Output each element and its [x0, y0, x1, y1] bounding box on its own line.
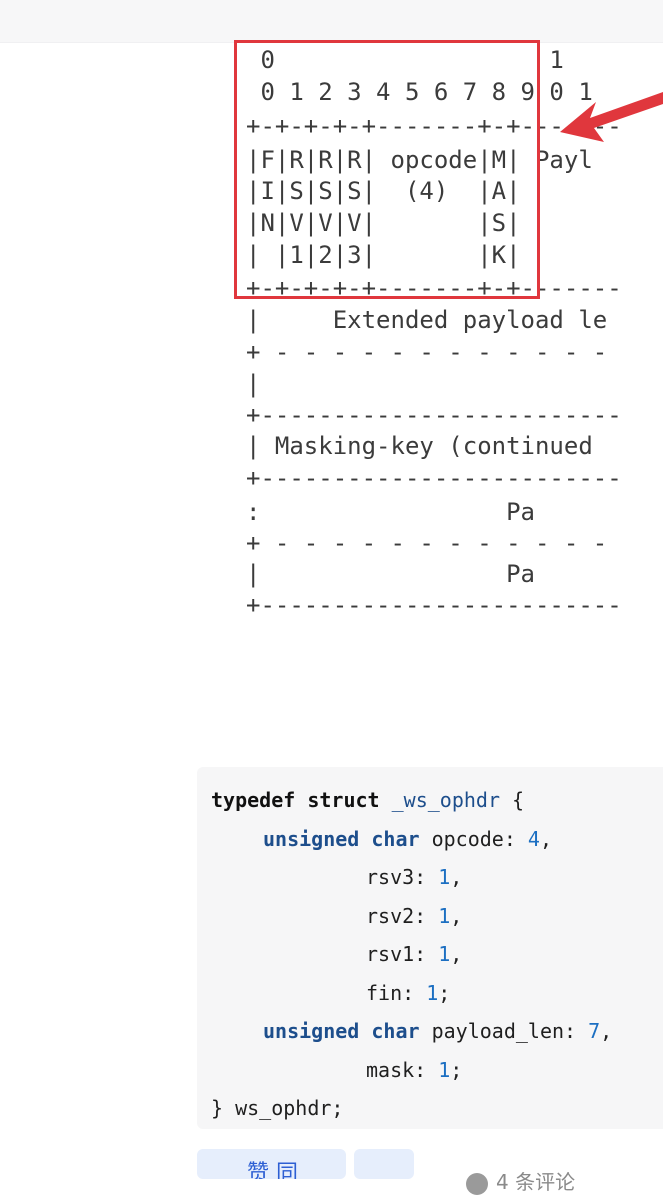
top-bar — [0, 0, 663, 43]
field-rsv2: rsv2: — [366, 904, 439, 928]
code-line-9: } ws_ophdr; — [211, 1096, 344, 1120]
code-line-6: fin: 1; — [366, 974, 450, 1013]
code-punct: , — [450, 865, 463, 889]
comment-count-text: 4 条评论 — [496, 1170, 576, 1194]
code-line-2: unsigned char opcode: 4, — [263, 820, 552, 859]
code-line-5: rsv1: 1, — [366, 935, 462, 974]
code-punct: ; — [438, 981, 451, 1005]
code-line-3: rsv3: 1, — [366, 858, 462, 897]
field-rsv1: rsv1: — [366, 942, 439, 966]
frame-line: + - - - - - - - - - - - - — [246, 338, 608, 366]
header-bits-highlight-box — [234, 40, 540, 299]
code-line-7: unsigned char payload_len: 7, — [263, 1012, 612, 1051]
code-line-1: typedef struct _ws_ophdr { — [211, 781, 524, 820]
frame-line: | — [246, 370, 261, 398]
upvote-button[interactable]: 赞 同 — [197, 1149, 346, 1179]
field-mask: mask: — [366, 1058, 439, 1082]
bit-width: 1 — [426, 981, 439, 1005]
comment-link[interactable]: 4 条评论 — [466, 1166, 575, 1195]
type-unsigned-char: unsigned char — [263, 1019, 420, 1043]
frame-line: : Pa — [246, 498, 535, 526]
frame-line: +------------------------- — [246, 591, 622, 619]
code-block: typedef struct _ws_ophdr { unsigned char… — [197, 767, 663, 1129]
field-opcode: opcode: — [419, 827, 528, 851]
code-punct: { — [500, 788, 525, 812]
frame-line: | Pa — [246, 560, 535, 588]
type-unsigned-char: unsigned char — [263, 827, 420, 851]
bit-width: 1 — [438, 865, 451, 889]
struct-name: _ws_ophdr — [391, 788, 500, 812]
code-punct: , — [539, 827, 553, 851]
keyword-typedef-struct: typedef struct — [211, 788, 380, 812]
field-payload-len: payload_len: — [419, 1019, 589, 1043]
frame-line: | Extended payload le — [246, 306, 608, 334]
bit-width: 7 — [588, 1019, 601, 1043]
red-arrow-icon — [560, 92, 663, 142]
downvote-button[interactable] — [354, 1149, 414, 1179]
field-rsv3: rsv3: — [366, 865, 439, 889]
code-punct: , — [450, 904, 463, 928]
code-line-8: mask: 1; — [366, 1051, 462, 1090]
code-punct: , — [600, 1019, 613, 1043]
bit-width: 1 — [438, 904, 451, 928]
frame-line: | Masking-key (continued — [246, 432, 593, 460]
code-punct: ; — [450, 1058, 463, 1082]
field-fin: fin: — [366, 981, 427, 1005]
frame-line: + - - - - - - - - - - - - — [246, 529, 608, 557]
comment-icon — [466, 1172, 488, 1195]
frame-line: +------------------------- — [246, 464, 622, 492]
bit-width: 1 — [438, 942, 451, 966]
upvote-label: 赞 同 — [247, 1161, 298, 1179]
code-line-4: rsv2: 1, — [366, 897, 462, 936]
bit-width: 4 — [527, 827, 540, 851]
bit-width: 1 — [438, 1058, 451, 1082]
code-punct: , — [450, 942, 463, 966]
frame-line: +------------------------- — [246, 401, 622, 429]
